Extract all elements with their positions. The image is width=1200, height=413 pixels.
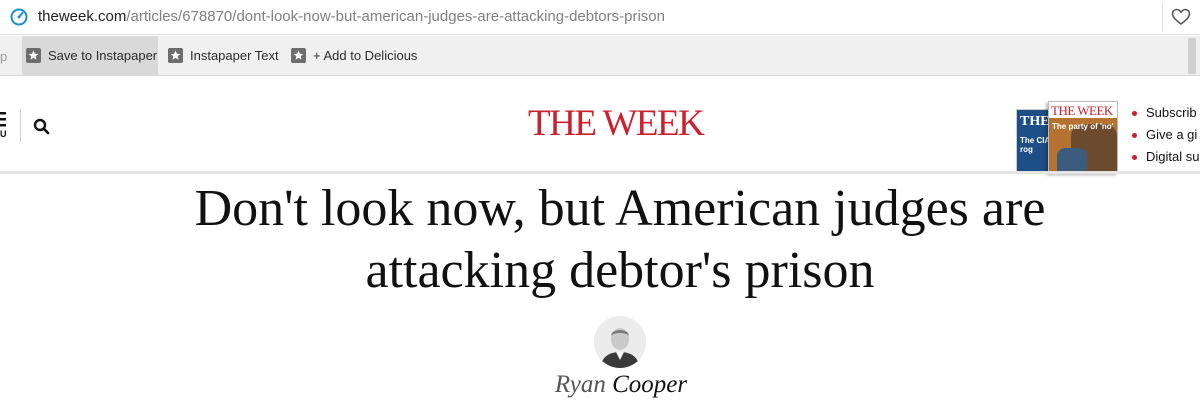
cover-photo-figure [1057, 148, 1087, 172]
bookmark-save-to-instapaper[interactable]: Save to Instapaper [22, 36, 158, 75]
url-path: /articles/678870/dont-look-now-but-ameri… [126, 8, 665, 25]
headline-line-1: Don't look now, but American judges are [194, 180, 1046, 237]
bookmark-label: Save to Instapaper [48, 48, 158, 63]
url-host: theweek.com [38, 8, 127, 25]
bullet-icon [1132, 111, 1137, 116]
bullet-icon [1132, 155, 1137, 160]
article-headline: Don't look now, but American judges are … [0, 178, 1200, 302]
gift-link-label: Give a gi [1146, 127, 1198, 142]
subscribe-link[interactable]: Subscrib [1130, 103, 1199, 125]
heart-icon[interactable] [1171, 7, 1191, 27]
bookmarks-scrollbar[interactable] [1188, 38, 1196, 74]
bookmark-instapaper-text[interactable]: Instapaper Text [168, 36, 279, 75]
cover-front-subtitle: The party of 'no' [1052, 122, 1114, 131]
header-divider [20, 110, 21, 142]
subscribe-links: Subscrib Give a gi Digital su [1130, 103, 1199, 169]
address-bar: theweek.com/articles/678870/dont-look-no… [0, 0, 1200, 35]
bookmark-add-to-delicious[interactable]: + Add to Delicious [291, 36, 417, 75]
header-rule [0, 171, 1200, 174]
bookmark-label: + Add to Delicious [313, 48, 418, 63]
url-field[interactable]: theweek.com/articles/678870/dont-look-no… [38, 8, 665, 26]
menu-icon[interactable] [0, 112, 6, 128]
site-logo[interactable]: THE WEEK [528, 102, 705, 146]
author-last-name: Cooper [612, 371, 688, 398]
search-icon[interactable] [33, 118, 51, 136]
bookmarks-bar: p Save to Instapaper Instapaper Text + A… [0, 36, 1200, 76]
author-avatar[interactable] [594, 316, 646, 368]
digital-link-label: Digital su [1146, 149, 1200, 164]
magazine-covers[interactable]: THE The CIA goes rog THE WEEK The party … [1016, 101, 1122, 173]
headline-line-2: attacking debtor's prison [365, 242, 875, 299]
digital-link[interactable]: Digital su [1130, 147, 1199, 169]
magazine-cover-front: THE WEEK The party of 'no' [1048, 101, 1118, 173]
cover-back-title: THE [1020, 114, 1050, 129]
address-divider [1162, 2, 1163, 32]
author-portrait-icon [594, 316, 646, 368]
gift-link[interactable]: Give a gi [1130, 125, 1199, 147]
bookmark-star-icon [26, 48, 41, 63]
subscribe-link-label: Subscrib [1146, 105, 1197, 120]
author-first-name: Ryan [554, 371, 606, 398]
menu-label[interactable]: U [0, 129, 7, 139]
speed-dial-icon[interactable] [10, 8, 28, 26]
site-header: U THE WEEK THE The CIA goes rog THE WEEK… [0, 77, 1200, 173]
bullet-icon [1132, 133, 1137, 138]
bookmark-star-icon [168, 48, 183, 63]
author-byline[interactable]: Ryan Cooper [0, 369, 1200, 401]
bookmark-label: Instapaper Text [190, 48, 279, 63]
cover-front-title: THE WEEK [1051, 103, 1113, 118]
bookmark-truncated[interactable]: p [0, 49, 7, 64]
bookmark-star-icon [291, 48, 306, 63]
